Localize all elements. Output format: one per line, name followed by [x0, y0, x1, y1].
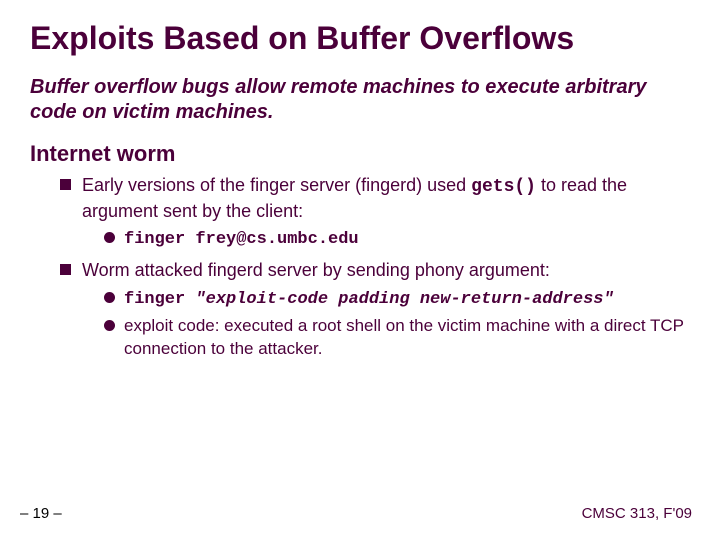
- page-number: – 19 –: [20, 505, 62, 522]
- bullet-1a-code: finger frey@cs.umbc.edu: [124, 230, 359, 249]
- bullet-list: Early versions of the finger server (fin…: [60, 173, 690, 361]
- bullet-2-sublist: finger "exploit-code padding new-return-…: [82, 287, 690, 361]
- slide-title: Exploits Based on Buffer Overflows: [30, 20, 690, 57]
- course-label: CMSC 313, F'09: [582, 505, 692, 522]
- bullet-2-text: Worm attacked fingerd server by sending …: [82, 260, 550, 280]
- bullet-2a: finger "exploit-code padding new-return-…: [104, 287, 690, 312]
- bullet-2a-cmd: finger: [124, 290, 195, 309]
- slide: Exploits Based on Buffer Overflows Buffe…: [0, 0, 720, 540]
- bullet-2a-arg: "exploit-code padding new-return-address…: [195, 290, 613, 309]
- bullet-2b: exploit code: executed a root shell on t…: [104, 315, 690, 361]
- bullet-2b-text: exploit code: executed a root shell on t…: [124, 316, 684, 358]
- bullet-1-sublist: finger frey@cs.umbc.edu: [82, 227, 690, 252]
- subheading: Internet worm: [30, 141, 690, 167]
- bullet-1-code: gets(): [471, 177, 536, 197]
- intro-text: Buffer overflow bugs allow remote machin…: [30, 75, 690, 125]
- bullet-1a: finger frey@cs.umbc.edu: [104, 227, 690, 252]
- bullet-1-pre: Early versions of the finger server (fin…: [82, 175, 471, 195]
- bullet-2: Worm attacked fingerd server by sending …: [60, 258, 690, 360]
- bullet-1: Early versions of the finger server (fin…: [60, 173, 690, 253]
